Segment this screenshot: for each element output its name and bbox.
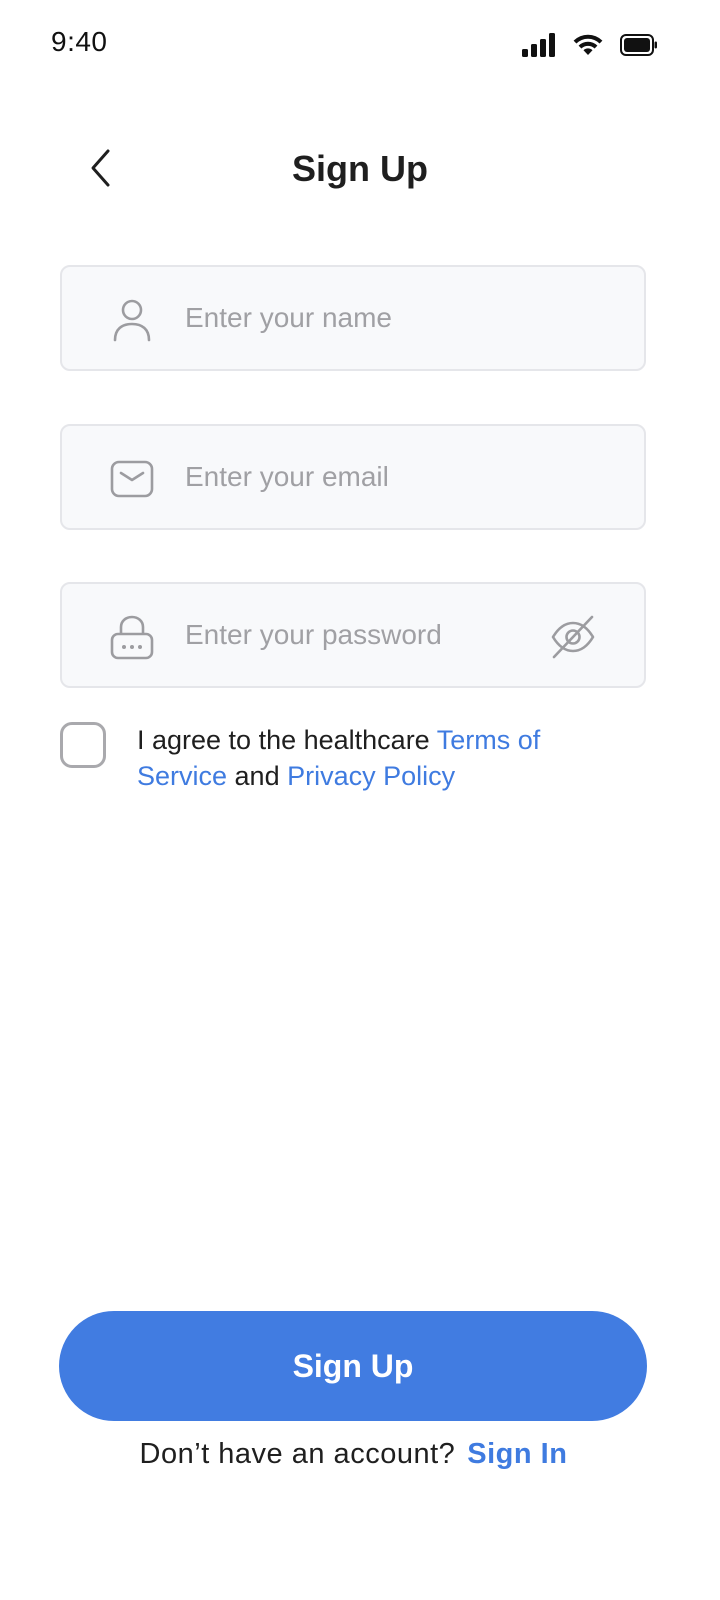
- status-bar: 9:40: [0, 0, 720, 90]
- eye-off-icon[interactable]: [550, 614, 596, 660]
- status-time: 9:40: [51, 26, 108, 57]
- password-field[interactable]: [60, 582, 646, 688]
- terms-middle: and: [227, 761, 288, 791]
- terms-prefix: I agree to the healthcare: [137, 725, 437, 755]
- privacy-policy-link[interactable]: Privacy Policy: [287, 761, 455, 791]
- envelope-icon: [110, 457, 154, 501]
- lock-icon: [110, 615, 154, 660]
- name-input[interactable]: [185, 267, 545, 369]
- cellular-signal-icon: [522, 33, 556, 57]
- status-icons: [522, 30, 658, 60]
- wifi-icon: [572, 33, 604, 57]
- account-prompt-text: Don’t have an account?: [139, 1438, 456, 1470]
- header: Sign Up: [0, 130, 720, 210]
- sign-in-link[interactable]: Sign In: [467, 1438, 567, 1470]
- name-field[interactable]: [60, 265, 646, 371]
- terms-checkbox[interactable]: [60, 722, 106, 768]
- email-input[interactable]: [185, 426, 545, 528]
- signin-prompt: Don’t have an account? Sign In: [0, 1438, 707, 1471]
- email-field[interactable]: [60, 424, 646, 530]
- sign-up-button[interactable]: Sign Up: [59, 1311, 647, 1421]
- user-icon: [110, 298, 154, 342]
- page-title: Sign Up: [292, 148, 428, 189]
- password-input[interactable]: [185, 584, 545, 686]
- terms-text: I agree to the healthcare Terms of Servi…: [137, 722, 607, 794]
- battery-icon: [620, 34, 658, 56]
